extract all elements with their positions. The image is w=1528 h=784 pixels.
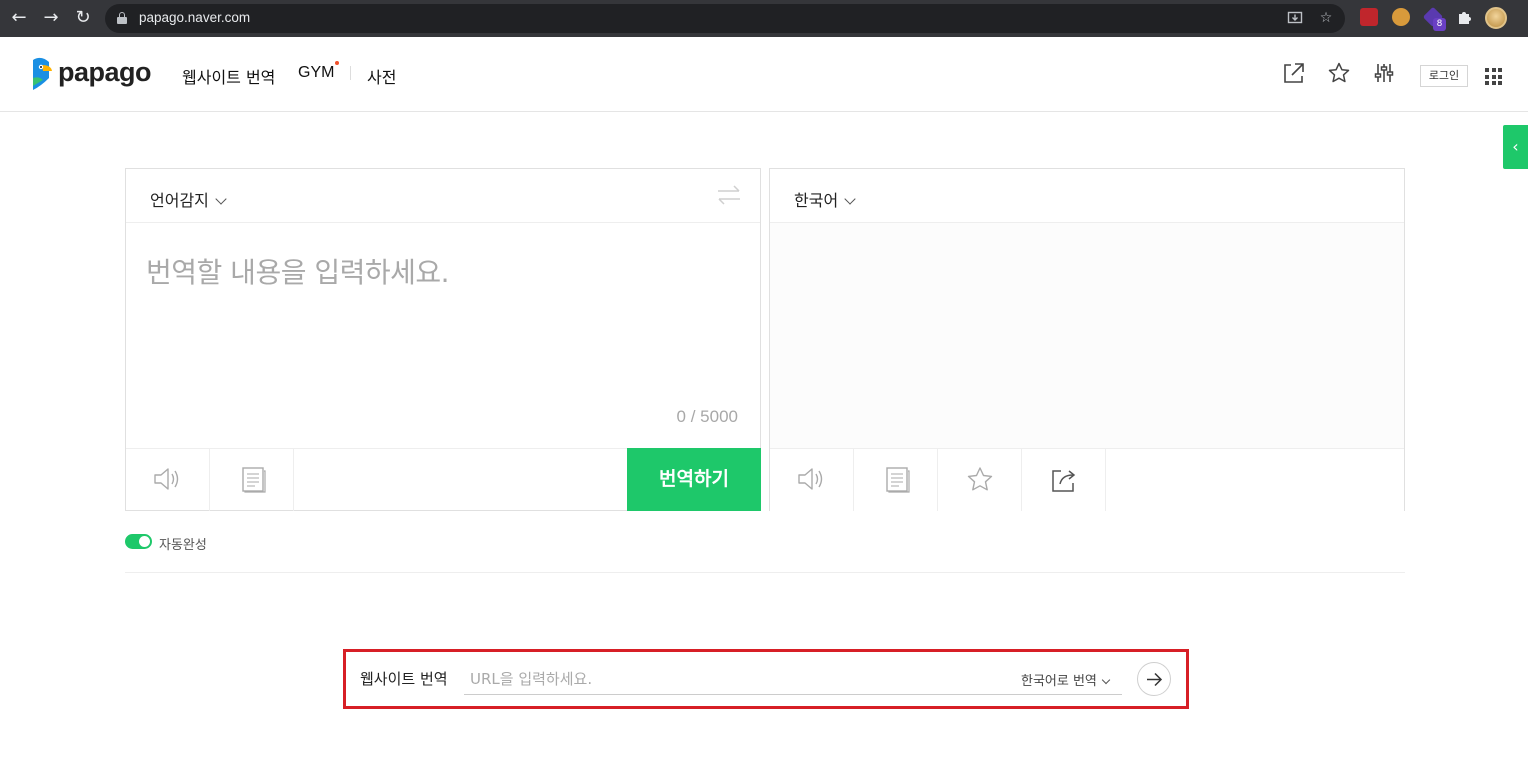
website-translate-box: 웹사이트 번역 한국어로 번역	[343, 649, 1189, 709]
source-listen-button[interactable]	[126, 449, 210, 511]
translate-button[interactable]: 번역하기	[627, 448, 761, 511]
address-bar[interactable]: papago.naver.com ☆	[105, 4, 1345, 33]
forward-arrow-icon[interactable]: →	[41, 8, 61, 28]
back-arrow-icon[interactable]: ←	[9, 8, 29, 28]
side-panel-toggle-chevron-left-icon[interactable]: ‹	[1503, 125, 1528, 169]
lock-icon	[117, 12, 127, 24]
profile-avatar[interactable]	[1485, 7, 1507, 29]
divider	[125, 572, 1405, 573]
website-translate-go-button[interactable]	[1137, 662, 1171, 696]
arrow-right-icon	[1147, 672, 1163, 687]
swap-languages-icon[interactable]	[716, 183, 742, 207]
source-copy-button[interactable]	[210, 449, 294, 511]
autocomplete-label: 자동완성	[159, 538, 207, 553]
chevron-down-icon	[844, 193, 856, 205]
target-panel: 한국어	[769, 168, 1405, 511]
target-panel-footer	[770, 448, 1404, 511]
autocomplete-toggle[interactable]	[125, 534, 152, 549]
papago-parrot-logo-icon[interactable]	[29, 56, 53, 90]
share-external-icon[interactable]	[1282, 61, 1306, 85]
papago-logo-text[interactable]: papago	[58, 57, 152, 88]
site-header: papago 웹사이트 번역 GYM 사전 로그인	[0, 37, 1528, 112]
install-app-icon[interactable]	[1287, 10, 1303, 26]
login-button[interactable]: 로그인	[1420, 65, 1468, 87]
source-panel-footer: 번역하기	[126, 448, 761, 511]
star-icon	[967, 467, 993, 491]
speaker-icon	[798, 468, 823, 490]
apps-grid-icon[interactable]	[1485, 68, 1502, 85]
website-target-language-label: 한국어로 번역	[1021, 674, 1097, 689]
chevron-down-icon	[215, 193, 227, 205]
chevron-down-icon	[1101, 675, 1111, 685]
speaker-icon	[154, 468, 179, 490]
target-favorite-button[interactable]	[938, 449, 1022, 511]
target-language-select[interactable]: 한국어	[794, 187, 856, 211]
favorites-star-icon[interactable]	[1327, 61, 1351, 85]
target-copy-button[interactable]	[854, 449, 938, 511]
website-target-language-select[interactable]: 한국어로 번역	[1021, 670, 1111, 689]
source-language-label: 언어감지	[150, 191, 209, 210]
target-listen-button[interactable]	[770, 449, 854, 511]
copy-document-icon	[242, 467, 266, 493]
source-panel: 언어감지 번역할 내용을 입력하세요. 0 / 5000 번역하기	[125, 168, 761, 511]
share-icon	[1052, 470, 1076, 492]
target-panel-header: 한국어	[770, 169, 1404, 223]
reload-icon[interactable]: ↻	[73, 8, 93, 28]
browser-toolbar: ← → ↻ papago.naver.com ☆ 8	[0, 0, 1528, 37]
settings-sliders-icon[interactable]	[1372, 61, 1396, 85]
source-text-input[interactable]: 번역할 내용을 입력하세요.	[146, 251, 450, 291]
character-counter: 0 / 5000	[676, 407, 738, 426]
target-language-label: 한국어	[794, 191, 839, 210]
cookie-extension-icon[interactable]	[1392, 8, 1410, 26]
menu-website-translate[interactable]: 웹사이트 번역	[182, 64, 275, 88]
extension-badge: 8	[1433, 18, 1446, 31]
extension-red-icon[interactable]	[1360, 8, 1378, 26]
bookmark-star-icon[interactable]: ☆	[1318, 10, 1334, 26]
menu-gym[interactable]: GYM	[298, 64, 334, 82]
menu-divider	[350, 66, 351, 80]
website-translate-label: 웹사이트 번역	[360, 670, 448, 688]
url-text: papago.naver.com	[139, 10, 251, 25]
new-badge-dot	[335, 61, 339, 65]
source-panel-header: 언어감지	[126, 169, 760, 223]
extensions-puzzle-icon[interactable]	[1456, 8, 1474, 26]
menu-dictionary[interactable]: 사전	[367, 64, 396, 88]
source-language-select[interactable]: 언어감지	[150, 187, 227, 211]
target-share-button[interactable]	[1022, 449, 1106, 511]
copy-document-icon	[886, 467, 910, 493]
